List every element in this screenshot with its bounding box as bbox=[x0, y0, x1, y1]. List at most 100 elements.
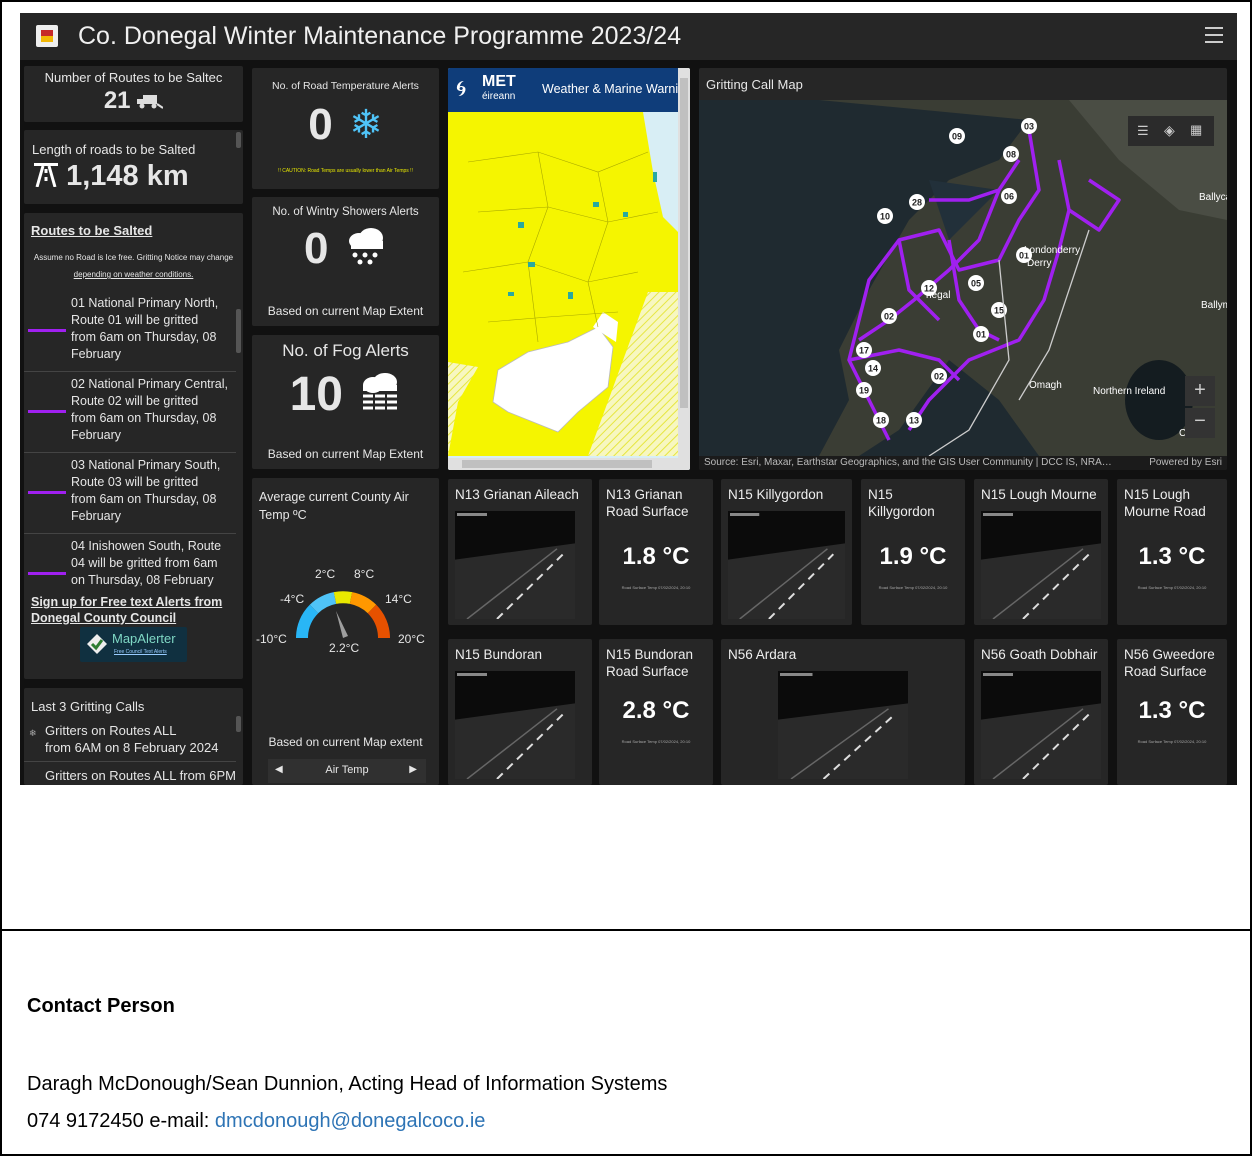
route-item[interactable]: 02 National Primary Central, Route 02 wil… bbox=[24, 372, 236, 453]
route-item[interactable]: 01 National Primary North, Route 01 will … bbox=[24, 291, 236, 372]
powered-by-esri[interactable]: Powered by Esri bbox=[1149, 457, 1222, 468]
contact-heading: Contact Person bbox=[27, 995, 175, 1017]
road-surface-temp-value: 1.9 °C bbox=[879, 543, 947, 570]
route-text-line: February bbox=[71, 509, 122, 523]
mapalerter-badge[interactable]: MapAlerter Free Council Text Alerts bbox=[80, 627, 187, 662]
traffic-camera-panel[interactable]: N15 Bundoran bbox=[448, 639, 592, 785]
traffic-camera-panel[interactable]: N15 Lough Mourne bbox=[974, 479, 1108, 625]
length-value: 1,148 km bbox=[66, 160, 189, 192]
signup-link-line-1[interactable]: Sign up for Free text Alerts from bbox=[31, 594, 222, 610]
council-crest-icon bbox=[36, 25, 58, 47]
road-surface-title: N15 Lough bbox=[1124, 487, 1191, 502]
route-label-text: 05 bbox=[971, 279, 981, 289]
mapalerter-logo-icon bbox=[87, 634, 107, 654]
air-temp-title-2: Temp ºC bbox=[259, 508, 307, 522]
road-temp-caution: !! CAUTION: Road Temps are usually lower… bbox=[278, 168, 413, 174]
road-surface-temp-panel[interactable]: N15 Killygordon 1.9 °C Road Surface Temp 07… bbox=[861, 479, 965, 625]
route-label-text: 14 bbox=[868, 364, 878, 374]
basemap-gallery-icon[interactable]: ▦ bbox=[1190, 122, 1202, 138]
zoom-out-button[interactable]: − bbox=[1185, 408, 1215, 438]
contact-email-link[interactable]: dmcdonough@donegalcoco.ie bbox=[215, 1110, 486, 1132]
road-surface-title: N13 Grianan bbox=[606, 487, 683, 502]
camera-title: N15 Killygordon bbox=[728, 487, 824, 502]
route-text-line: Route 02 will be gritted bbox=[71, 394, 199, 408]
routes-count-value: 21 bbox=[103, 87, 131, 114]
route-text-line: from 6am on Thursday, 08 bbox=[71, 330, 217, 344]
road-temp-title: No. of Road Temperature Alerts bbox=[272, 80, 419, 92]
camera-image bbox=[455, 671, 575, 779]
length-scrollbar[interactable] bbox=[236, 132, 241, 148]
map-title: Gritting Call Map bbox=[706, 77, 803, 92]
camera-title: N56 Goath Dobhair bbox=[981, 647, 1098, 662]
road-temp-alerts-panel: No. of Road Temperature Alerts 0 ❄ !! CA… bbox=[252, 68, 439, 189]
zoom-in-button[interactable]: + bbox=[1185, 376, 1215, 406]
gritting-map[interactable]: 0308090610280112 0515020117141918 1302 bbox=[699, 100, 1227, 456]
gritter-truck-icon bbox=[137, 88, 164, 116]
gauge-needle bbox=[336, 611, 348, 638]
met-title: Weather & Marine Warni bbox=[542, 82, 679, 96]
fog-alerts-panel: No. of Fog Alerts 10 Based on current Ma… bbox=[252, 335, 439, 469]
place-ballym: Ballyme bbox=[1201, 300, 1227, 311]
road-surface-temp-panel[interactable]: N56 Gweedore Road Surface 1.3 °C Road Surfa… bbox=[1117, 639, 1227, 785]
road-surface-title: N15 bbox=[868, 487, 893, 502]
calls-scrollbar[interactable] bbox=[236, 716, 241, 732]
place-donegal: negal bbox=[926, 290, 951, 301]
routes-note-2: depending on weather conditions. bbox=[73, 270, 194, 279]
route-label-text: 19 bbox=[859, 386, 869, 396]
dashboard-screenshot: Co. Donegal Winter Maintenance Programme… bbox=[20, 13, 1237, 785]
route-text-line: February bbox=[71, 347, 122, 361]
traffic-camera-panel[interactable]: N15 Killygordon bbox=[721, 479, 852, 625]
road-surface-title: Killygordon bbox=[868, 504, 935, 519]
met-brand: MET bbox=[482, 73, 516, 90]
route-item[interactable]: 03 National Primary South, Route 03 will … bbox=[24, 453, 236, 534]
routes-scrollbar[interactable] bbox=[236, 309, 241, 353]
road-surface-title: Road Surface bbox=[606, 504, 689, 519]
road-surface-temp-note: Road Surface Temp 07/02/2024, 20:10 bbox=[621, 585, 691, 590]
road-surface-title: Mourne Road bbox=[1124, 504, 1206, 519]
camera-image bbox=[981, 671, 1101, 779]
place-northern-ireland: Northern Ireland bbox=[1093, 386, 1166, 397]
menu-icon[interactable] bbox=[1205, 27, 1223, 43]
gritting-map-panel: Gritting Call Map 03 08 09 06 10 28 01 12 05 15 02… bbox=[699, 68, 1227, 470]
table-divider bbox=[0, 929, 1252, 931]
contact-phone: 074 9172450 e-mail: bbox=[27, 1110, 215, 1132]
route-line-swatch bbox=[28, 491, 66, 494]
route-label-text: 15 bbox=[994, 306, 1004, 316]
road-surface-title: Road Surface bbox=[1124, 664, 1207, 679]
dashboard-header: Co. Donegal Winter Maintenance Programme… bbox=[20, 13, 1237, 60]
met-vertical-scrollbar[interactable] bbox=[678, 68, 690, 470]
route-text-line: from 6am on Thursday, 08 bbox=[71, 411, 217, 425]
road-surface-temp-panel[interactable]: N13 Grianan Road Surface 1.8 °C Road Surfac… bbox=[599, 479, 713, 625]
legend-icon[interactable]: ☰ bbox=[1137, 123, 1149, 139]
traffic-camera-panel[interactable]: N56 Goath Dobhair bbox=[974, 639, 1108, 785]
camera-title: N13 Grianan Aileach bbox=[455, 487, 579, 502]
wintry-showers-panel: No. of Wintry Showers Alerts 0 Based on … bbox=[252, 197, 439, 326]
signup-link-line-2[interactable]: Donegal County Council bbox=[31, 610, 222, 626]
road-temp-value: 0 bbox=[308, 100, 333, 149]
air-temp-panel: Average current County Air Temp ºC -10°C… bbox=[252, 478, 439, 785]
snowflake-icon: ❄ bbox=[349, 103, 383, 147]
road-surface-temp-panel[interactable]: N15 Bundoran Road Surface 2.8 °C Road Surfa… bbox=[599, 639, 713, 785]
gauge-tick-2: -4°C bbox=[280, 592, 305, 606]
route-text-line: 04 will be gritted from 6am bbox=[71, 556, 218, 570]
air-temp-foot: Based on current Map extent bbox=[268, 735, 423, 749]
route-label-text: 18 bbox=[876, 416, 886, 426]
met-horizontal-scrollbar[interactable] bbox=[448, 458, 678, 470]
road-surface-temp-panel[interactable]: N15 Lough Mourne Road 1.3 °C Road Surface T… bbox=[1117, 479, 1227, 625]
next-arrow-icon[interactable]: ▶ bbox=[409, 764, 417, 775]
layers-icon[interactable]: ◈ bbox=[1164, 122, 1175, 139]
air-temp-selector[interactable]: ◀ Air Temp ▶ bbox=[268, 759, 426, 783]
gritting-calls-panel: Last 3 Gritting Calls ❄ Gritters on Rout… bbox=[24, 688, 243, 785]
camera-title: N15 Lough Mourne bbox=[981, 487, 1097, 502]
met-header: 🌀︎ MET éireann Weather & Marine Warni bbox=[448, 68, 678, 112]
route-item[interactable]: 04 Inishowen South, Route 04 will be grit… bbox=[24, 534, 236, 592]
fog-cloud-icon bbox=[359, 373, 401, 416]
met-brand-sub: éireann bbox=[482, 91, 516, 102]
route-label-text: 08 bbox=[1006, 150, 1016, 160]
traffic-camera-panel[interactable]: N56 Ardara bbox=[721, 639, 965, 785]
road-surface-title: N56 Gweedore bbox=[1124, 647, 1215, 662]
motorway-icon bbox=[34, 161, 58, 195]
traffic-camera-panel[interactable]: N13 Grianan Aileach bbox=[448, 479, 592, 625]
route-label-text: 10 bbox=[880, 212, 890, 222]
road-surface-temp-value: 2.8 °C bbox=[622, 697, 690, 724]
